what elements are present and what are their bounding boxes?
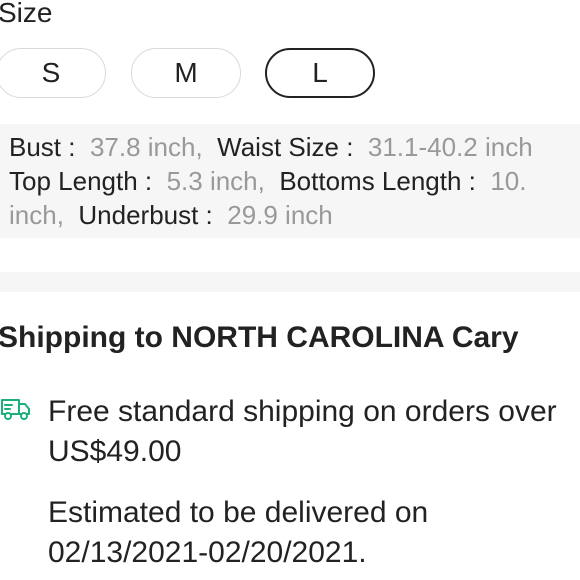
bottoms-length-value: 10. (490, 166, 527, 196)
underbust-value: 29.9 inch (227, 200, 333, 230)
size-options: S M L (0, 48, 580, 100)
bottoms-length-value-cont: inch, (9, 200, 64, 230)
product-detail-page: Size S M L Bust : 37.8 inch, Waist Size … (0, 0, 580, 580)
bottoms-length-label: Bottoms Length : (279, 166, 476, 196)
measurement-line: inch, Underbust : 29.9 inch (9, 198, 580, 232)
shipping-title: Shipping to NORTH CAROLINA Cary (0, 321, 519, 354)
delivery-truck-icon (0, 396, 32, 422)
bust-label: Bust : (9, 132, 76, 162)
measurement-line: Bust : 37.8 inch, Waist Size : 31.1-40.2… (9, 130, 580, 164)
top-length-value: 5.3 inch, (166, 166, 265, 196)
waist-value: 31.1-40.2 inch (367, 132, 533, 162)
size-option-l[interactable]: L (265, 48, 375, 98)
size-heading: Size (0, 0, 53, 28)
measurement-line: Top Length : 5.3 inch, Bottoms Length : … (9, 164, 580, 198)
top-length-label: Top Length : (9, 166, 153, 196)
bust-value: 37.8 inch, (89, 132, 203, 162)
underbust-label: Underbust : (78, 200, 213, 230)
section-divider (0, 272, 580, 292)
size-option-s[interactable]: S (0, 48, 106, 98)
delivery-estimate-text: Estimated to be delivered on 02/13/2021-… (48, 496, 429, 569)
size-measurements-panel: Bust : 37.8 inch, Waist Size : 31.1-40.2… (0, 124, 580, 238)
waist-label: Waist Size : (217, 132, 354, 162)
free-shipping-text: Free standard shipping on orders over US… (48, 395, 557, 468)
size-option-m[interactable]: M (131, 48, 241, 98)
